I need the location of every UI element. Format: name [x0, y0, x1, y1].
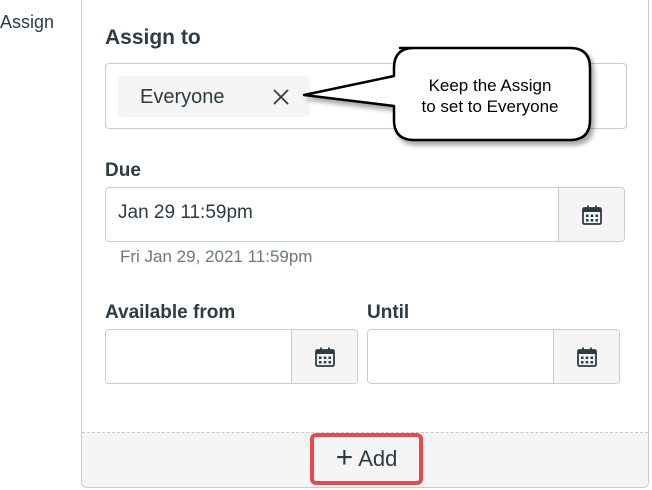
- card-footer: + Add: [82, 432, 648, 487]
- side-label: Assign: [0, 12, 55, 32]
- assign-to-heading: Assign to: [105, 26, 201, 49]
- due-date-input[interactable]: Jan 29 11:59pm: [105, 187, 625, 242]
- plus-icon: +: [335, 440, 354, 474]
- until-input[interactable]: [367, 329, 620, 384]
- until-calendar-button[interactable]: [553, 330, 619, 383]
- assignee-chip: Everyone: [118, 76, 310, 117]
- callout-line-1: Keep the Assign: [428, 76, 552, 95]
- add-button-label: Add: [358, 446, 398, 471]
- until-label: Until: [367, 302, 410, 323]
- close-icon[interactable]: [270, 86, 292, 108]
- calendar-icon: [581, 205, 602, 225]
- calendar-icon: [576, 347, 597, 367]
- due-calendar-button[interactable]: [558, 188, 624, 241]
- assign-screenshot: Assign Assign to Everyone Due Jan 29 11:…: [0, 0, 652, 490]
- due-date-hint: Fri Jan 29, 2021 11:59pm: [120, 247, 313, 266]
- add-button[interactable]: + Add: [310, 433, 423, 485]
- due-date-value: Jan 29 11:59pm: [118, 202, 253, 223]
- available-from-label: Available from: [105, 302, 236, 323]
- callout-line-2: to set to Everyone: [421, 97, 559, 116]
- available-from-calendar-button[interactable]: [291, 330, 357, 383]
- available-from-input[interactable]: [105, 329, 358, 384]
- calendar-icon: [314, 347, 335, 367]
- callout-text: Keep the Assign to set to Everyone: [392, 75, 588, 117]
- assignee-chip-label: Everyone: [140, 86, 225, 108]
- due-label: Due: [105, 160, 141, 181]
